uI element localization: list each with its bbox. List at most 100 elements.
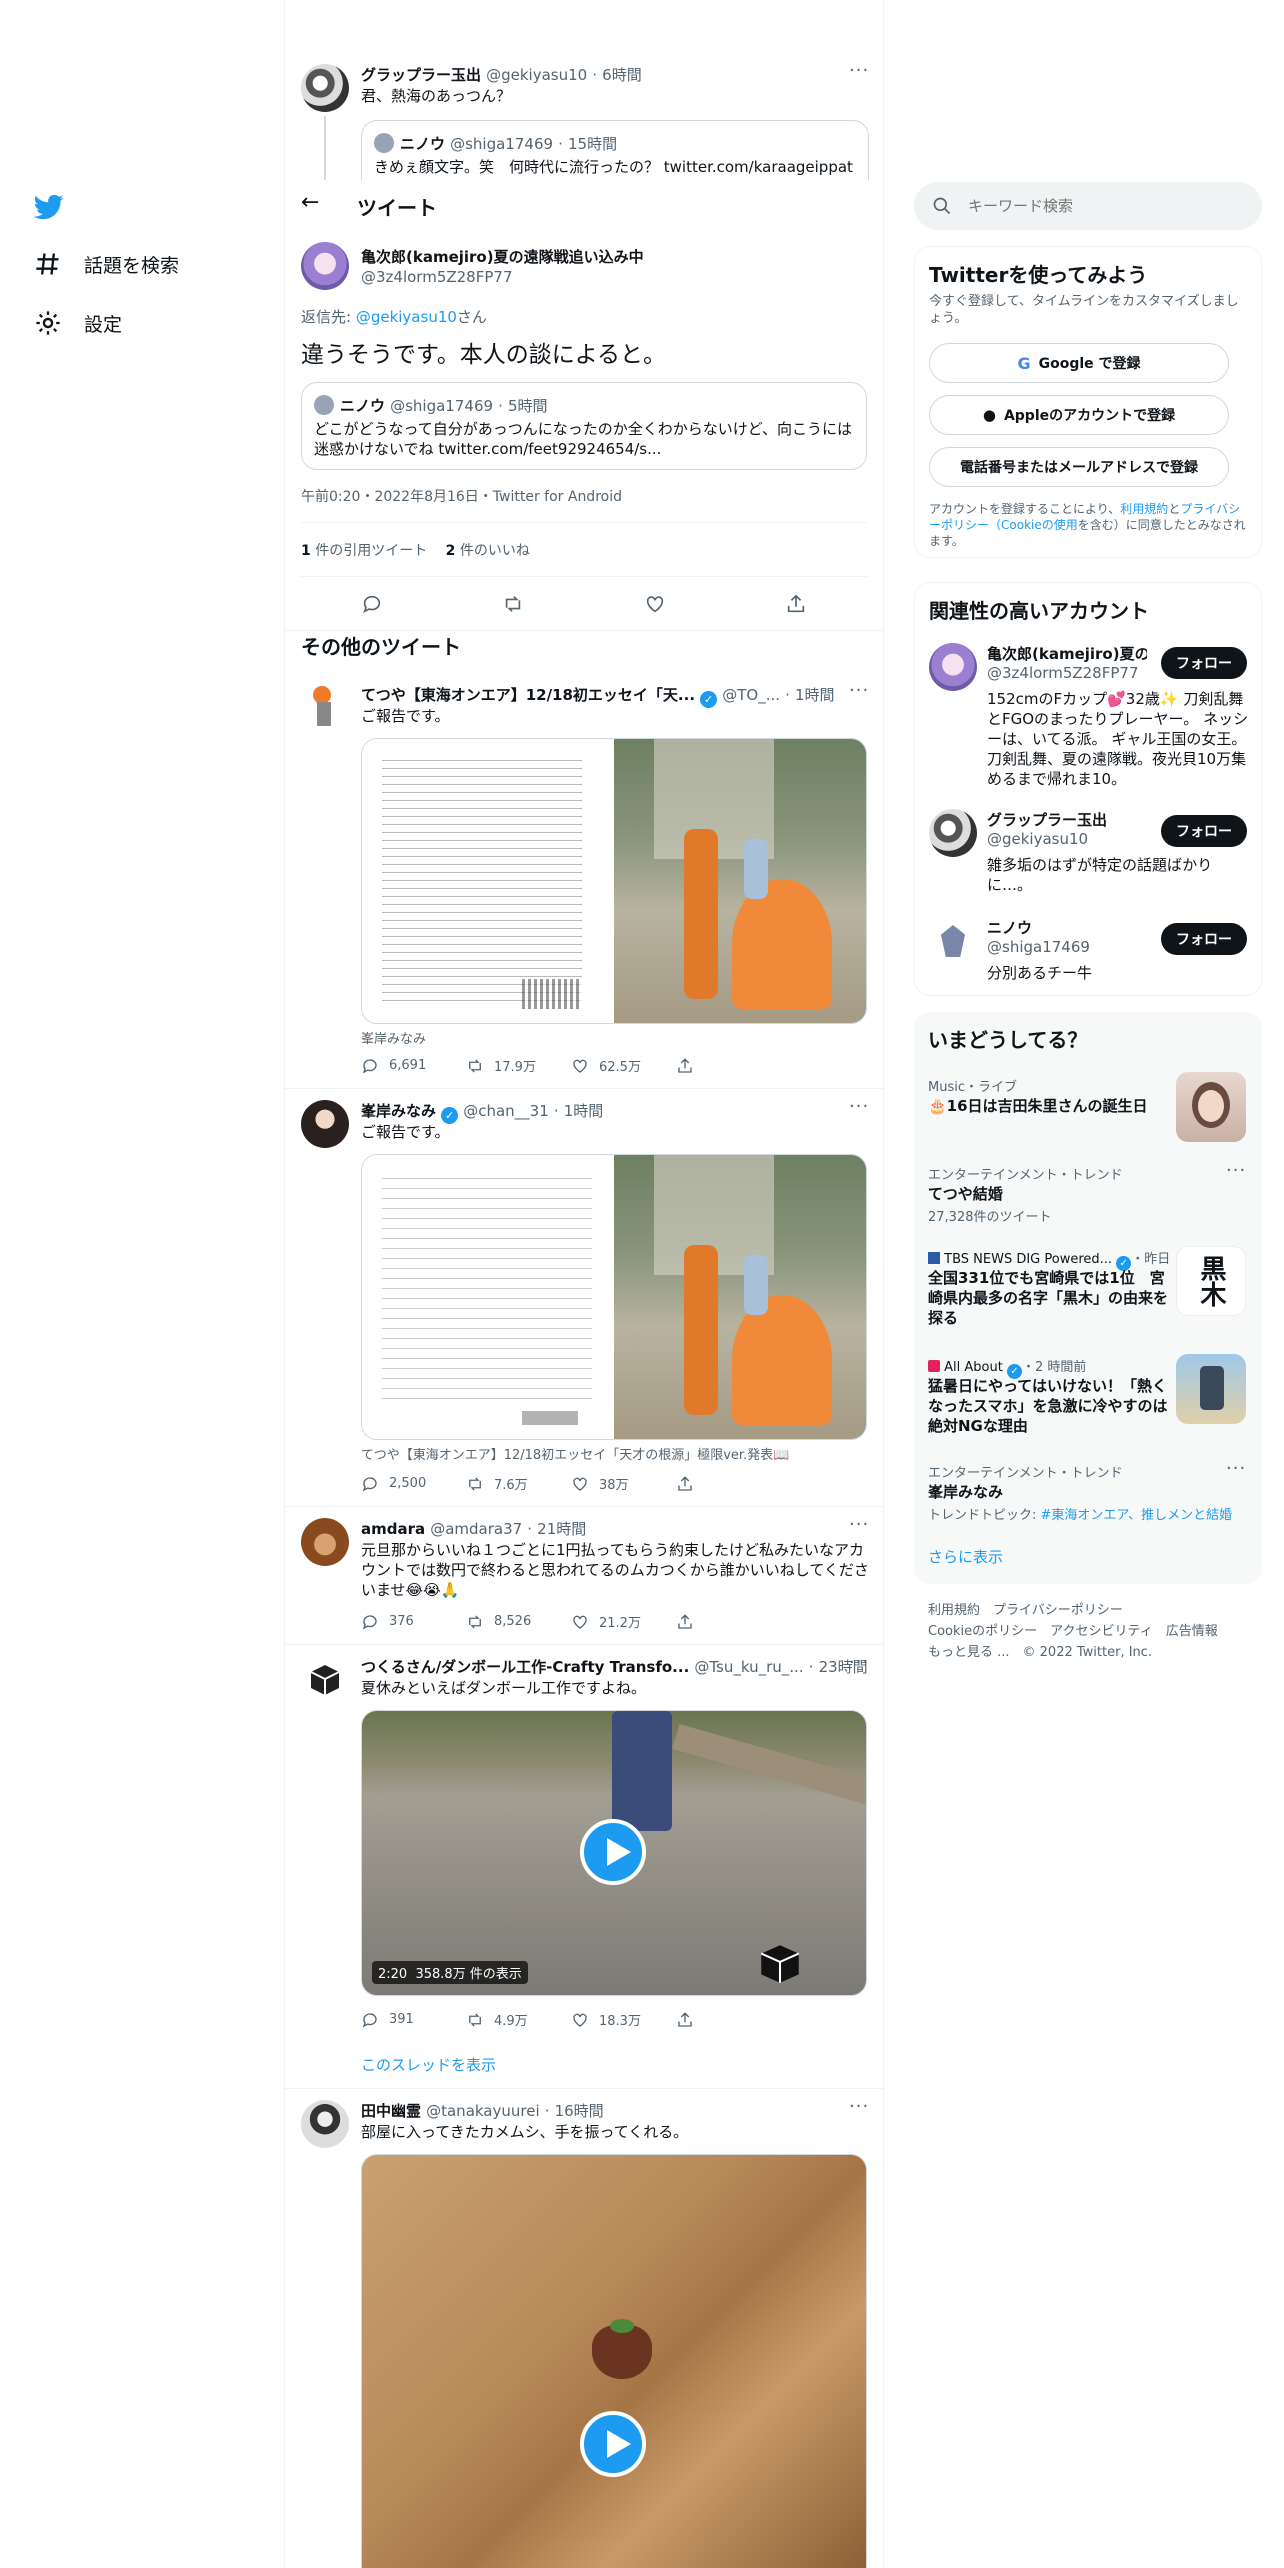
media-caption[interactable]: 峯岸みなみ <box>361 1028 426 1047</box>
like-icon[interactable] <box>644 593 666 615</box>
retweet-button[interactable]: 17.9万 <box>466 1056 571 1075</box>
account-handle[interactable]: @3z4lorm5Z28FP77 <box>987 664 1139 682</box>
account-name[interactable]: グラップラー玉出 <box>987 809 1107 830</box>
twitter-logo-icon[interactable] <box>34 192 64 222</box>
avatar[interactable] <box>301 1100 349 1148</box>
avatar[interactable] <box>301 682 349 730</box>
play-button[interactable] <box>580 1819 646 1885</box>
more-icon[interactable]: ··· <box>849 1652 869 1673</box>
like-count-link[interactable]: 2 件のいいね <box>446 543 530 559</box>
tweet-media[interactable] <box>361 738 867 1024</box>
back-arrow-icon[interactable]: ← <box>301 190 319 215</box>
account-name[interactable]: 亀次郎(kamejiro)夏の... <box>987 643 1147 664</box>
tweet-time[interactable]: 1時間 <box>795 686 835 704</box>
author-name[interactable]: amdara <box>361 1520 425 1538</box>
tweet-video[interactable] <box>361 2154 867 2568</box>
more-icon[interactable]: ··· <box>849 2096 869 2117</box>
like-button[interactable]: 18.3万 <box>571 2010 676 2029</box>
search-input[interactable] <box>968 182 1248 230</box>
quote-card[interactable]: ニノウ @shiga17469 · 5時間 どこがどうなって自分があっつんになっ… <box>301 382 867 470</box>
retweet-icon[interactable] <box>502 593 524 615</box>
author-handle[interactable]: @3z4lorm5Z28FP77 <box>361 268 513 286</box>
avatar[interactable] <box>301 1518 349 1566</box>
author-name[interactable]: 田中幽霊 <box>361 2102 421 2120</box>
trend-thumbnail[interactable] <box>1176 1354 1246 1424</box>
trend-thumbnail[interactable]: 黒木 <box>1176 1246 1246 1316</box>
footer-links[interactable]: Cookieのポリシー アクセシビリティ 広告情報 <box>928 1621 1218 1642</box>
tweet-time[interactable]: 1時間 <box>564 1102 604 1120</box>
apple-signup-button[interactable]: ● Appleのアカウントで登録 <box>929 395 1229 435</box>
share-button[interactable] <box>676 1056 781 1075</box>
author-handle[interactable]: @chan__31 <box>463 1102 549 1120</box>
follow-button[interactable]: フォロー <box>1161 647 1247 679</box>
account-handle[interactable]: @shiga17469 <box>987 938 1090 956</box>
media-caption[interactable]: てつや【東海オンエア】12/18初エッセイ「天才の根源」極限ver.発表📖 <box>361 1444 789 1463</box>
share-button[interactable] <box>676 2010 781 2029</box>
google-signup-button[interactable]: G Google で登録 <box>929 343 1229 383</box>
reply-button[interactable]: 2,500 <box>361 1474 466 1493</box>
terms-link[interactable]: 利用規約 <box>1120 502 1168 516</box>
tweet-time[interactable]: 16時間 <box>555 2102 604 2120</box>
avatar[interactable] <box>929 643 977 691</box>
footer-links[interactable]: 利用規約 プライバシーポリシー <box>928 1600 1218 1621</box>
author-name[interactable]: 亀次郎(kamejiro)夏の遠隊戦追い込み中 <box>361 246 644 267</box>
author-handle[interactable]: @gekiyasu10 <box>486 66 587 84</box>
reply-button[interactable]: 6,691 <box>361 1056 466 1075</box>
like-button[interactable]: 38万 <box>571 1474 676 1493</box>
phone-signup-button[interactable]: 電話番号またはメールアドレスで登録 <box>929 447 1229 487</box>
avatar[interactable] <box>301 64 349 112</box>
tweet-media[interactable] <box>361 1154 867 1440</box>
more-icon[interactable]: ··· <box>849 1096 869 1117</box>
author-name[interactable]: てつや【東海オンエア】12/18初エッセイ「天... <box>361 686 695 704</box>
retweet-button[interactable]: 8,526 <box>466 1612 571 1631</box>
author-name[interactable]: つくるさん/ダンボール工作-Crafty Transfo... <box>361 1658 689 1676</box>
tweet-video[interactable]: 2:20 358.8万 件の表示 <box>361 1710 867 1996</box>
avatar[interactable] <box>301 1656 349 1704</box>
trend-thumbnail[interactable] <box>1176 1072 1246 1142</box>
author-name[interactable]: 峯岸みなみ <box>361 1102 436 1120</box>
author-handle[interactable]: @tanakayuurei <box>426 2102 540 2120</box>
account-handle[interactable]: @gekiyasu10 <box>987 830 1088 848</box>
avatar[interactable] <box>301 2100 349 2148</box>
avatar[interactable] <box>301 242 349 290</box>
footer-links[interactable]: もっと見る ... © 2022 Twitter, Inc. <box>928 1642 1218 1663</box>
couple-photo[interactable] <box>614 1155 866 1439</box>
nav-settings[interactable]: 設定 <box>34 309 122 337</box>
follow-button[interactable]: フォロー <box>1161 923 1247 955</box>
share-button[interactable] <box>676 1474 781 1493</box>
avatar[interactable] <box>929 917 977 965</box>
reply-icon[interactable] <box>361 593 383 615</box>
more-icon[interactable]: ··· <box>849 60 869 81</box>
reply-button[interactable]: 391 <box>361 2010 466 2029</box>
show-thread-link[interactable]: このスレッドを表示 <box>361 2054 496 2075</box>
avatar[interactable] <box>929 809 977 857</box>
author-handle[interactable]: @Tsu_ku_ru_... <box>694 1658 803 1676</box>
author-name[interactable]: グラップラー玉出 <box>361 66 481 84</box>
more-icon[interactable]: ··· <box>1226 1160 1246 1181</box>
search-box[interactable] <box>914 182 1262 230</box>
like-button[interactable]: 62.5万 <box>571 1056 676 1075</box>
trend-topic-link[interactable]: #東海オンエア、推しメンと結婚 <box>1041 1508 1233 1523</box>
nav-explore[interactable]: 話題を検索 <box>34 250 179 278</box>
more-icon[interactable]: ··· <box>849 1514 869 1535</box>
retweet-button[interactable]: 7.6万 <box>466 1474 571 1493</box>
author-handle[interactable]: @TO_... <box>722 686 780 704</box>
author-handle[interactable]: @amdara37 <box>430 1520 522 1538</box>
share-icon[interactable] <box>785 593 807 615</box>
like-button[interactable]: 21.2万 <box>571 1612 676 1631</box>
share-button[interactable] <box>676 1612 781 1631</box>
reply-to-link[interactable]: @gekiyasu10 <box>356 308 457 326</box>
tweet-time[interactable]: 6時間 <box>602 66 642 84</box>
show-more-link[interactable]: さらに表示 <box>928 1546 1003 1567</box>
quote-count-link[interactable]: 1 件の引用ツイート <box>301 543 427 559</box>
letter-image[interactable] <box>362 1155 614 1439</box>
couple-photo[interactable] <box>614 739 866 1023</box>
follow-button[interactable]: フォロー <box>1161 815 1247 847</box>
account-name[interactable]: ニノウ <box>987 917 1032 938</box>
tweet-time[interactable]: 21時間 <box>537 1520 586 1538</box>
more-icon[interactable]: ··· <box>1226 1458 1246 1479</box>
play-button[interactable] <box>580 2411 646 2477</box>
retweet-button[interactable]: 4.9万 <box>466 2010 571 2029</box>
tweet-timestamp[interactable]: 午前0:20・2022年8月16日・Twitter for Android <box>301 486 622 506</box>
reply-button[interactable]: 376 <box>361 1612 466 1631</box>
